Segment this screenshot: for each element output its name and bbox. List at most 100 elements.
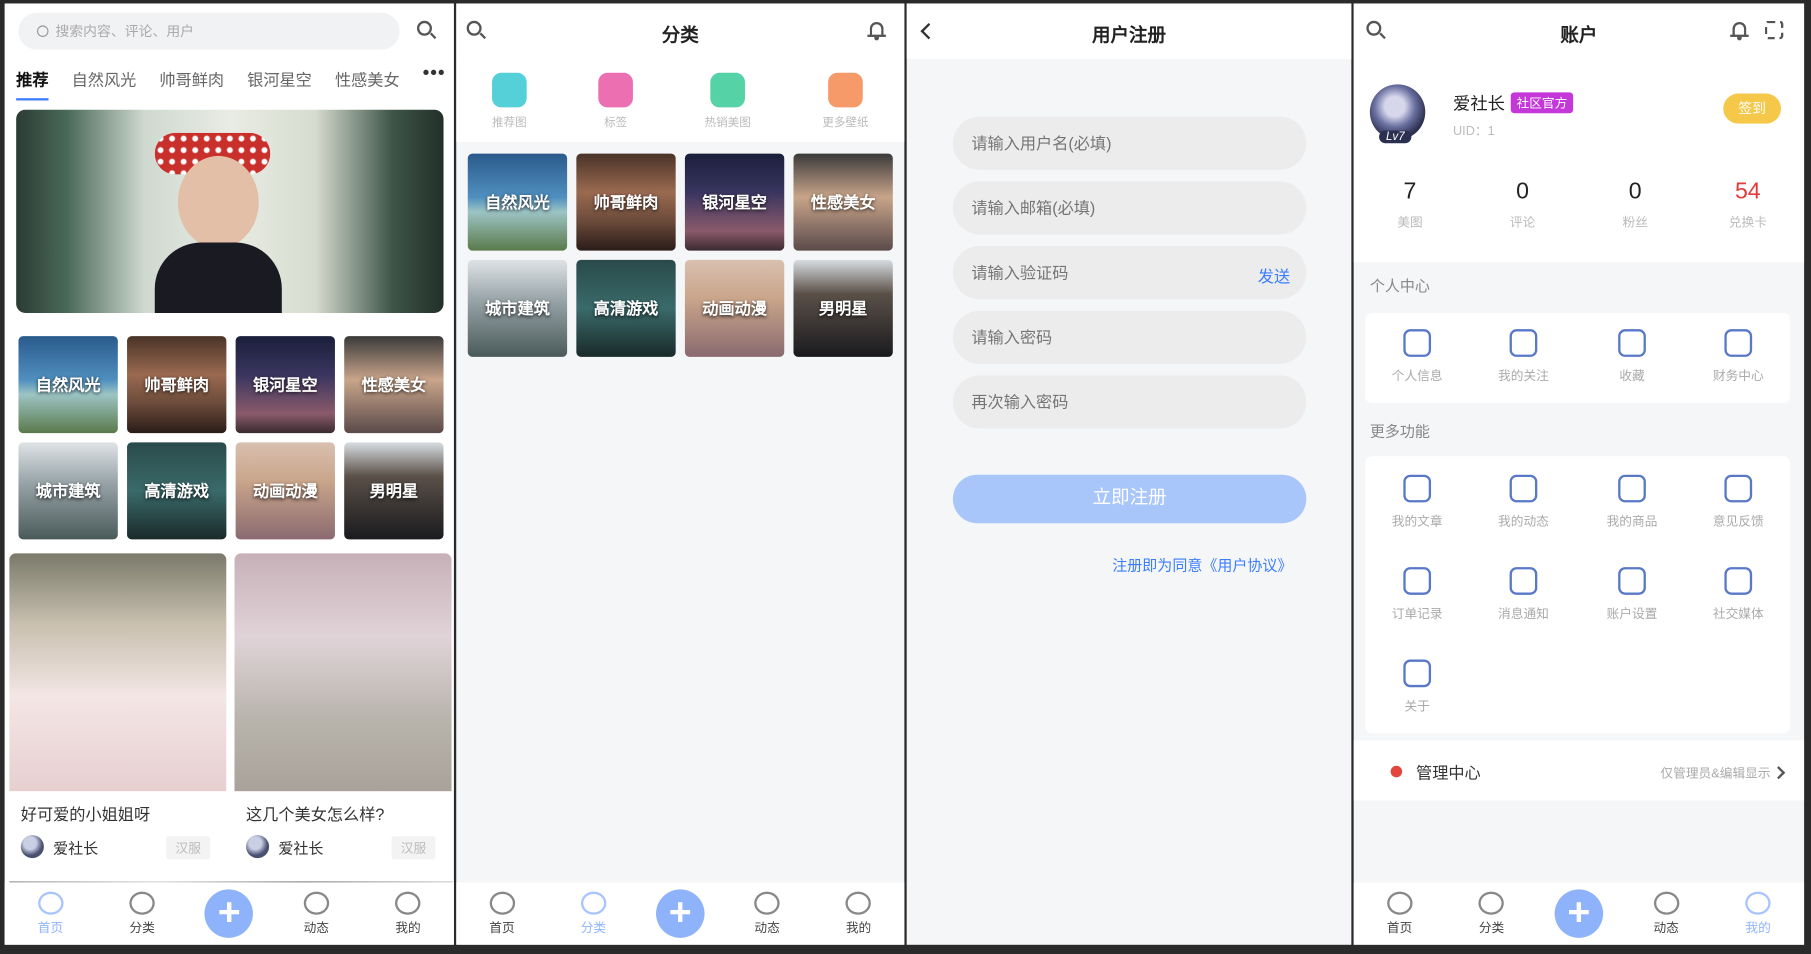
stat-comments[interactable]: 0 评论: [1488, 179, 1557, 231]
user-agreement-link[interactable]: 注册即为同意《用户协议》: [1112, 553, 1292, 575]
account-settings-item[interactable]: 账户设置: [1592, 567, 1673, 622]
category-icon: [129, 891, 155, 915]
admin-center-row[interactable]: 管理中心 仅管理员&编辑显示: [1353, 740, 1805, 801]
bottom-nav: 首页 分类 + 动态 我的: [1353, 882, 1805, 945]
post-card[interactable]: 这几个美女怎么样? 爱社长 汉服: [234, 553, 452, 863]
add-post-button[interactable]: +: [656, 889, 705, 938]
tab-hunks[interactable]: 帅哥鲜肉: [159, 70, 224, 88]
messages-item[interactable]: 消息通知: [1483, 567, 1564, 622]
chevron-right-icon: [1772, 766, 1786, 780]
nav-home[interactable]: 首页: [1371, 891, 1429, 936]
nav-mine[interactable]: 我的: [379, 891, 437, 936]
nav-mine[interactable]: 我的: [830, 891, 888, 936]
nav-dynamic[interactable]: 动态: [287, 891, 345, 936]
finance-item[interactable]: 财务中心: [1698, 329, 1779, 384]
feedback-item[interactable]: 意见反馈: [1698, 474, 1779, 530]
social-media-item[interactable]: 社交媒体: [1698, 567, 1779, 622]
author-name: 爱社长: [278, 839, 324, 857]
order-records-item[interactable]: 订单记录: [1377, 567, 1458, 622]
nav-category[interactable]: 分类: [1463, 891, 1521, 936]
level-badge: Lv7: [1379, 130, 1412, 144]
category-tile[interactable]: 城市建筑: [18, 442, 118, 540]
category-tile[interactable]: 男明星: [344, 442, 444, 540]
user-icon: [1403, 329, 1432, 357]
category-tile[interactable]: 帅哥鲜肉: [576, 153, 676, 251]
feedback-icon: [1724, 474, 1753, 503]
about-item[interactable]: 关于: [1377, 659, 1458, 715]
scan-icon[interactable]: [1764, 20, 1784, 40]
section-title: 个人中心: [1369, 277, 1430, 295]
quick-more[interactable]: 更多壁纸: [822, 59, 869, 142]
profile-card: Lv7 爱社长 社区官方 UID：1 签到 7 美图 0 评论 0 粉丝 54 兑换卡: [1353, 58, 1805, 263]
app-showcase: 搜索内容、评论、用户 推荐 自然风光 帅哥鲜肉 银河星空 性感美女 ••• 自然风光 帅…: [0, 0, 1811, 954]
tab-recommend[interactable]: 推荐: [16, 70, 49, 101]
quick-hot[interactable]: 热销美图: [705, 59, 751, 142]
bell-icon[interactable]: [1730, 20, 1749, 41]
banner-image[interactable]: [16, 109, 444, 314]
check-in-button[interactable]: 签到: [1723, 93, 1782, 124]
post-author: 爱社长: [20, 835, 99, 859]
category-tile[interactable]: 性感美女: [793, 153, 893, 251]
tab-beauty[interactable]: 性感美女: [335, 70, 400, 88]
category-tile[interactable]: 高清游戏: [127, 442, 227, 540]
post-card[interactable]: 好可爱的小姐姐呀 爱社长 汉服: [9, 553, 227, 863]
nav-dynamic[interactable]: 动态: [738, 891, 796, 936]
username-field[interactable]: [952, 116, 1307, 170]
quick-recommended[interactable]: 推荐图: [492, 59, 527, 142]
post-tag: 汉服: [391, 836, 436, 860]
add-post-button[interactable]: +: [204, 889, 254, 938]
my-dynamics-item[interactable]: 我的动态: [1483, 474, 1564, 530]
header: 账户: [1353, 3, 1805, 59]
thumbs-up-icon: [1724, 567, 1753, 595]
section-title: 更多功能: [1369, 422, 1430, 441]
verification-code-field[interactable]: [952, 246, 1307, 300]
admin-icon: [1390, 765, 1403, 778]
nav-mine[interactable]: 我的: [1729, 891, 1787, 936]
category-tile[interactable]: 城市建筑: [467, 259, 568, 357]
stat-images[interactable]: 7 美图: [1375, 179, 1444, 231]
category-tile[interactable]: 动画动漫: [235, 442, 335, 540]
follows-item[interactable]: 我的关注: [1483, 329, 1564, 384]
search-icon[interactable]: [416, 20, 437, 41]
category-tile[interactable]: 帅哥鲜肉: [127, 336, 227, 434]
password-field[interactable]: [952, 310, 1307, 364]
email-field[interactable]: [952, 181, 1307, 235]
stat-cards[interactable]: 54 兑换卡: [1713, 179, 1782, 231]
nav-home[interactable]: 首页: [22, 891, 80, 936]
send-code-button[interactable]: 发送: [1258, 264, 1290, 287]
category-tile[interactable]: 自然风光: [18, 336, 118, 434]
nav-home[interactable]: 首页: [473, 891, 531, 936]
category-tile[interactable]: 银河星空: [235, 336, 335, 434]
quick-tags[interactable]: 标签: [598, 59, 633, 142]
register-button[interactable]: 立即注册: [952, 474, 1307, 524]
official-badge: 社区官方: [1510, 92, 1574, 114]
bell-icon[interactable]: [867, 20, 886, 41]
post-author: 爱社长: [246, 835, 324, 859]
category-tile[interactable]: 银河星空: [684, 153, 785, 251]
author-name: 爱社长: [53, 839, 99, 857]
category-tile[interactable]: 性感美女: [344, 336, 444, 434]
add-post-button[interactable]: +: [1554, 889, 1604, 938]
my-goods-item[interactable]: 我的商品: [1592, 474, 1673, 530]
nav-category[interactable]: 分类: [565, 891, 623, 936]
dynamic-icon: [754, 891, 780, 915]
header: 用户注册: [906, 3, 1352, 59]
category-tile[interactable]: 动画动漫: [684, 259, 785, 357]
stats-row: 7 美图 0 评论 0 粉丝 54 兑换卡: [1354, 179, 1804, 231]
user-id: UID：1: [1452, 124, 1495, 139]
personal-info-item[interactable]: 个人信息: [1377, 329, 1458, 384]
confirm-password-field[interactable]: [952, 375, 1307, 429]
favorites-item[interactable]: 收藏: [1592, 329, 1673, 384]
search-input[interactable]: 搜索内容、评论、用户: [18, 12, 400, 50]
nav-dynamic[interactable]: 动态: [1637, 891, 1695, 936]
my-articles-item[interactable]: 我的文章: [1377, 474, 1458, 530]
category-tile[interactable]: 男明星: [793, 259, 893, 357]
tab-nature[interactable]: 自然风光: [72, 70, 137, 88]
settings-icon: [1618, 567, 1646, 595]
nav-category[interactable]: 分类: [113, 891, 171, 936]
tab-galaxy[interactable]: 银河星空: [247, 70, 312, 88]
stat-fans[interactable]: 0 粉丝: [1601, 179, 1670, 231]
category-tile[interactable]: 自然风光: [467, 153, 568, 251]
category-tile[interactable]: 高清游戏: [576, 259, 676, 357]
more-tabs-button[interactable]: •••: [423, 64, 446, 85]
